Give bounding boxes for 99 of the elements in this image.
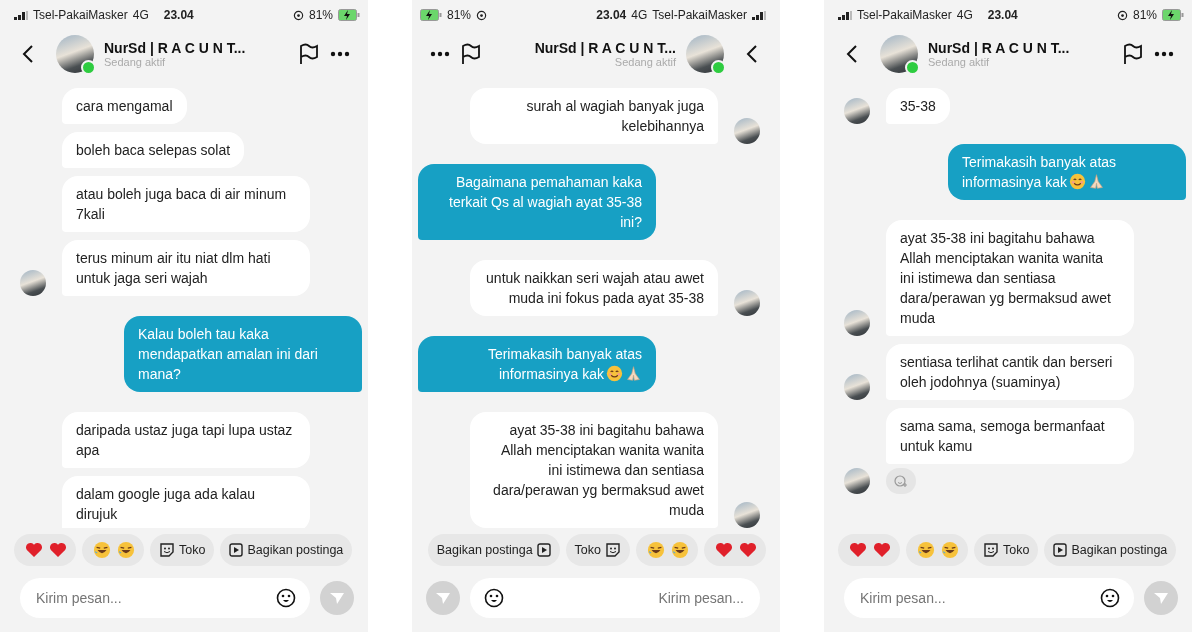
battery-charging-icon: [1162, 9, 1184, 21]
contact-name: NurSd | R A C U N T...: [928, 40, 1071, 56]
message-field[interactable]: Kirim pesan...: [844, 578, 1134, 618]
send-arrow-icon: [1153, 590, 1169, 606]
carrier-name: Tsel-PakaiMasker: [857, 8, 952, 22]
received-message: terus minum air itu niat dlm hati untuk jaga seri wajah: [62, 240, 310, 296]
more-options-icon[interactable]: [430, 51, 450, 57]
shop-chip[interactable]: Toko: [150, 534, 215, 566]
signal-icon: [752, 10, 766, 20]
laughing-face-icon: [93, 541, 111, 559]
heart-icon: [25, 542, 43, 558]
play-box-icon: [229, 543, 244, 557]
emoji-icon[interactable]: [276, 588, 296, 608]
heart-icon: [849, 542, 867, 558]
received-message: cara mengamal: [62, 88, 187, 124]
clock-time: 23.04: [987, 8, 1018, 22]
share-post-chip[interactable]: Bagikan postinga: [1044, 534, 1177, 566]
heart-icon: [715, 542, 733, 558]
network-type: 4G: [631, 8, 648, 22]
laugh-reply-chip[interactable]: [636, 534, 698, 566]
laugh-reply-chip[interactable]: [82, 534, 144, 566]
laughing-face-icon: [647, 541, 665, 559]
orientation-lock-icon: [292, 9, 304, 21]
hearts-reply-chip[interactable]: [838, 534, 900, 566]
play-box-icon: [536, 543, 551, 557]
avatar[interactable]: [880, 35, 918, 73]
flag-icon[interactable]: [1122, 43, 1144, 65]
sent-message: Terimakasih banyak atas informasinya kak: [418, 336, 656, 392]
received-message: boleh baca selepas solat: [62, 132, 245, 168]
network-type: 4G: [132, 8, 149, 22]
laughing-face-icon: [941, 541, 959, 559]
battery-percent: 81%: [1132, 8, 1157, 22]
network-type: 4G: [956, 8, 973, 22]
orientation-lock-icon: [1116, 9, 1128, 21]
send-arrow-icon: [435, 590, 451, 606]
signal-icon: [14, 10, 28, 20]
carrier-name: Tsel-PakaiMasker: [652, 8, 747, 22]
sent-message: Terimakasih banyak atas informasinya kak: [948, 144, 1186, 200]
play-box-icon: [1053, 543, 1068, 557]
emoji-icon[interactable]: [484, 588, 504, 608]
received-message: untuk naikkan seri wajah atau awet muda ini fokus pada ayat 35-38: [470, 260, 718, 316]
active-status: Sedang aktif: [614, 56, 676, 68]
battery-charging-icon: [338, 9, 360, 21]
heart-icon: [739, 542, 757, 558]
avatar[interactable]: [686, 35, 724, 73]
orientation-lock-icon: [476, 9, 488, 21]
send-arrow-icon: [329, 590, 345, 606]
back-chevron-icon[interactable]: [746, 44, 758, 64]
laughing-face-icon: [117, 541, 135, 559]
received-message: 35-38: [886, 88, 950, 124]
emoji-icon[interactable]: [1100, 588, 1120, 608]
signal-icon: [838, 10, 852, 20]
sticker-icon: [983, 542, 999, 558]
sent-message: Bagaimana pemahaman kaka terkait Qs al wagiah ayat 35-38 ini?: [418, 164, 656, 240]
contact-name: NurSd | R A C U N T...: [104, 40, 247, 56]
message-input-field[interactable]: Kirim pesan...: [504, 589, 746, 607]
heart-icon: [873, 542, 891, 558]
received-message: sama sama, semoga bermanfaat untuk kamu: [886, 408, 1134, 464]
laughing-face-icon: [917, 541, 935, 559]
active-status: Sedang aktif: [104, 56, 167, 68]
message-input-field[interactable]: Kirim pesan...: [858, 589, 1100, 607]
more-options-icon[interactable]: [330, 51, 350, 57]
received-message: atau boleh juga baca di air minum 7kali: [62, 176, 310, 232]
sent-message: Kalau boleh tau kaka mendapatkan amalan ini dari mana?: [124, 316, 362, 392]
message-input-field[interactable]: Kirim pesan...: [34, 589, 276, 607]
sticker-icon: [159, 542, 175, 558]
received-message: sentiasa terlihat cantik dan berseri oleh jodohnya (suaminya): [886, 344, 1134, 400]
add-emoji-icon: [894, 474, 908, 488]
avatar[interactable]: [56, 35, 94, 73]
battery-charging-icon: [420, 9, 442, 21]
flag-icon[interactable]: [298, 43, 320, 65]
active-status: Sedang aktif: [928, 56, 991, 68]
battery-percent: 81%: [447, 8, 472, 22]
received-message: ayat 35-38 ini bagitahu bahawa Allah menciptakan wanita wanita ini istimewa dan sentiasa dara/perawan yg bermaksud awet muda: [886, 220, 1134, 336]
more-options-icon[interactable]: [1154, 51, 1174, 57]
heart-icon: [49, 542, 67, 558]
share-post-chip[interactable]: Bagikan postinga: [427, 534, 560, 566]
hearts-reply-chip[interactable]: [704, 534, 766, 566]
contact-name: NurSd | R A C U N T...: [534, 40, 676, 56]
received-message: dalam google juga ada kalau dirujuk: [62, 476, 310, 528]
received-message: daripada ustaz juga tapi lupa ustaz apa: [62, 412, 310, 468]
message-field[interactable]: Kirim pesan...: [20, 578, 310, 618]
flag-icon[interactable]: [460, 43, 482, 65]
clock-time: 23.04: [163, 8, 194, 22]
clock-time: 23.04: [596, 8, 627, 22]
hearts-reply-chip[interactable]: [14, 534, 76, 566]
back-chevron-icon[interactable]: [22, 44, 34, 64]
sticker-icon: [605, 542, 621, 558]
message-field[interactable]: Kirim pesan...: [470, 578, 760, 618]
laughing-face-icon: [671, 541, 689, 559]
received-message: ayat 35-38 ini bagitahu bahawa Allah menciptakan wanita wanita ini istimewa dan sentiasa dara/perawan yg bermaksud awet muda: [470, 412, 718, 528]
shop-chip[interactable]: Toko: [565, 534, 630, 566]
laugh-reply-chip[interactable]: [906, 534, 968, 566]
carrier-name: Tsel-PakaiMasker: [33, 8, 128, 22]
share-post-chip[interactable]: Bagikan postinga: [220, 534, 353, 566]
back-chevron-icon[interactable]: [846, 44, 858, 64]
battery-percent: 81%: [308, 8, 333, 22]
received-message: surah al wagiah banyak juga kelebihannya: [470, 88, 718, 144]
shop-chip[interactable]: Toko: [974, 534, 1039, 566]
